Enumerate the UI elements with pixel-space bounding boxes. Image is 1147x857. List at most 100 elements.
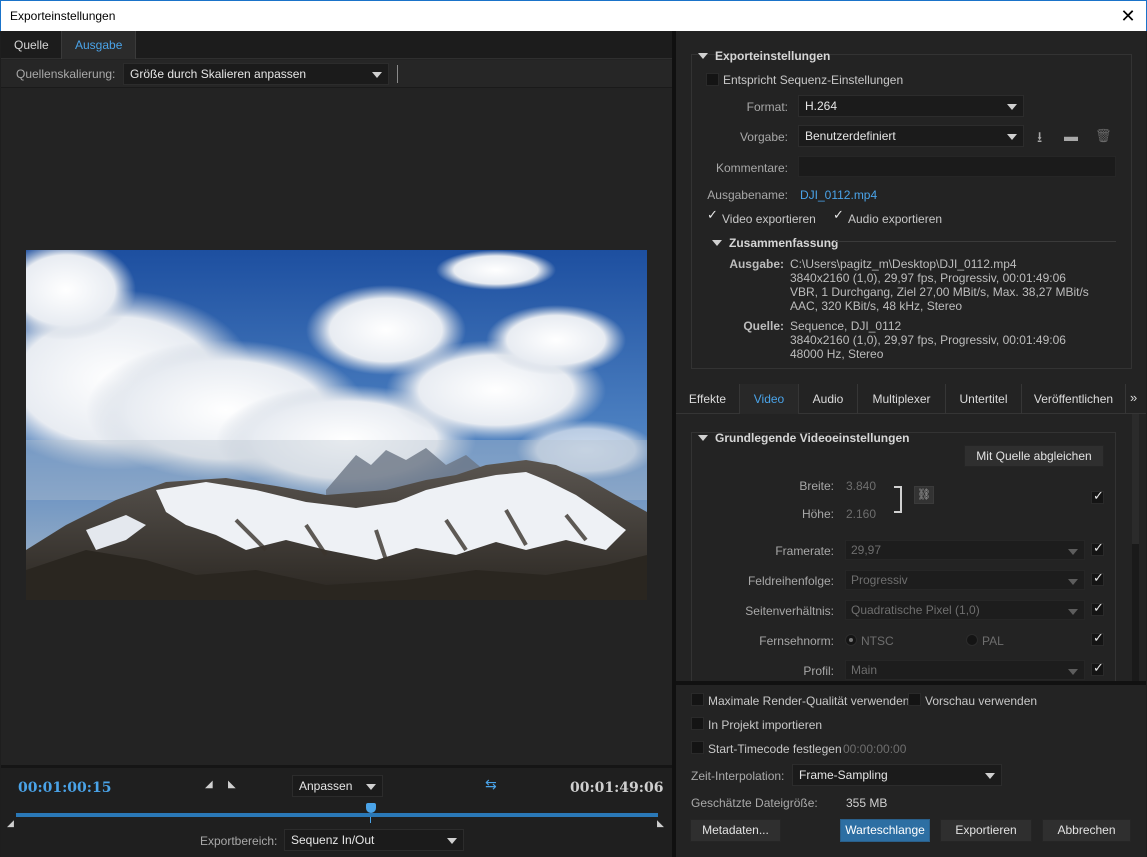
time-interp-label: Zeit-Interpolation: bbox=[691, 769, 785, 783]
cancel-button[interactable]: Abbrechen bbox=[1042, 819, 1131, 842]
export-audio-checkbox[interactable] bbox=[832, 207, 845, 224]
summary-source-line: Sequence, DJI_0112 bbox=[790, 319, 902, 333]
link-bracket bbox=[894, 486, 902, 513]
file-size-label: Geschätzte Dateigröße: bbox=[691, 796, 818, 810]
start-timecode-value[interactable]: 00:00:00:00 bbox=[843, 742, 906, 756]
set-out-point-icon[interactable]: ◣ bbox=[228, 779, 236, 790]
tab-veroeffentlichen[interactable]: Veröffentlichen bbox=[1022, 384, 1126, 414]
queue-button[interactable]: Warteschlange bbox=[840, 819, 930, 842]
video-scrollbar[interactable] bbox=[1132, 414, 1139, 681]
start-timecode-checkbox[interactable] bbox=[691, 741, 704, 754]
aspect-checkbox[interactable] bbox=[1091, 600, 1104, 616]
use-preview-checkbox[interactable] bbox=[908, 693, 921, 706]
summary-output-text: C:\Users\pagitz_m\Desktop\DJI_0112.mp4 3… bbox=[790, 257, 1089, 313]
pal-label: PAL bbox=[982, 634, 1004, 648]
aspect-select[interactable]: Quadratische Pixel (1,0) bbox=[845, 600, 1085, 620]
match-source-button[interactable]: Mit Quelle abgleichen bbox=[964, 445, 1104, 467]
aspect-label: Seitenverhältnis: bbox=[745, 604, 834, 618]
field-order-select[interactable]: Progressiv bbox=[845, 570, 1085, 590]
chevron-down-icon bbox=[372, 72, 382, 78]
profile-checkbox[interactable] bbox=[1091, 660, 1104, 676]
pal-radio[interactable] bbox=[966, 634, 978, 646]
tab-multiplexer[interactable]: Multiplexer bbox=[858, 384, 946, 414]
framerate-select[interactable]: 29,97 bbox=[845, 540, 1085, 560]
timeline-panel: 00:01:00:15 ◢ ◣ Anpassen ⇆ 00:01:49:06 ◢… bbox=[1, 765, 672, 857]
max-quality-checkbox[interactable] bbox=[691, 693, 704, 706]
import-project-label: In Projekt importieren bbox=[708, 718, 823, 732]
chevron-down-icon bbox=[1007, 134, 1017, 140]
chevron-down-icon bbox=[1068, 669, 1078, 675]
field-order-label: Feldreihenfolge: bbox=[747, 574, 834, 588]
export-settings-header[interactable]: Exporteinstellungen bbox=[698, 49, 830, 63]
source-scaling-value: Größe durch Skalieren anpassen bbox=[130, 67, 307, 81]
delete-preset-icon[interactable]: 🗑 bbox=[1095, 128, 1112, 144]
current-timecode[interactable]: 00:01:00:15 bbox=[18, 780, 111, 796]
framerate-checkbox[interactable] bbox=[1091, 540, 1104, 556]
video-scrollbar-thumb[interactable] bbox=[1132, 544, 1139, 681]
ntsc-radio[interactable] bbox=[845, 634, 857, 646]
fit-select[interactable]: Anpassen bbox=[292, 775, 383, 797]
export-button[interactable]: Exportieren bbox=[940, 819, 1032, 842]
match-sequence-label: Entspricht Sequenz-Einstellungen bbox=[723, 73, 904, 87]
summary-header[interactable]: Zusammenfassung bbox=[712, 236, 838, 250]
playhead-handle[interactable] bbox=[366, 803, 376, 813]
format-label: Format: bbox=[746, 100, 788, 114]
window-titlebar: Exporteinstellungen ✕ bbox=[0, 0, 1147, 31]
profile-label: Profil: bbox=[803, 664, 834, 678]
collapse-triangle-icon bbox=[698, 435, 708, 441]
chain-link-icon[interactable]: ⛓ bbox=[914, 486, 934, 504]
close-icon[interactable]: ✕ bbox=[1116, 5, 1140, 27]
metadata-button[interactable]: Metadaten... bbox=[690, 819, 781, 842]
time-interp-select[interactable]: Frame-Sampling bbox=[792, 764, 1002, 786]
import-preset-icon[interactable]: ▬ bbox=[1064, 128, 1078, 144]
aspect-crop-icon[interactable]: ⇆ bbox=[485, 776, 497, 793]
right-pane: Exporteinstellungen Entspricht Sequenz-E… bbox=[676, 31, 1146, 857]
export-video-checkbox[interactable] bbox=[706, 207, 719, 224]
duration-timecode: 00:01:49:06 bbox=[570, 780, 664, 796]
source-scaling-select[interactable]: Größe durch Skalieren anpassen bbox=[123, 63, 389, 85]
tab-audio[interactable]: Audio bbox=[799, 384, 858, 414]
chevron-down-icon bbox=[1068, 609, 1078, 615]
width-label: Breite: bbox=[799, 479, 834, 493]
export-range-select[interactable]: Sequenz In/Out bbox=[284, 829, 464, 851]
summary-output-line: VBR, 1 Durchgang, Ziel 27,00 MBit/s, Max… bbox=[790, 285, 1089, 299]
profile-select[interactable]: Main bbox=[845, 660, 1085, 680]
summary-divider bbox=[836, 241, 1116, 242]
max-quality-label: Maximale Render-Qualität verwenden bbox=[708, 694, 910, 708]
comments-input[interactable] bbox=[798, 156, 1116, 177]
height-label: Höhe: bbox=[801, 507, 834, 521]
width-height-checkbox[interactable] bbox=[1091, 488, 1104, 504]
preset-select[interactable]: Benutzerdefiniert bbox=[798, 125, 1024, 147]
in-marker-icon[interactable]: ◢ bbox=[7, 818, 14, 829]
tab-video[interactable]: Video bbox=[740, 384, 799, 414]
summary-output-line: 3840x2160 (1,0), 29,97 fps, Progressiv, … bbox=[790, 271, 1066, 285]
source-output-tabs: Quelle Ausgabe bbox=[1, 31, 672, 59]
tab-ausgabe[interactable]: Ausgabe bbox=[61, 31, 137, 59]
left-pane: Quelle Ausgabe Quellenskalierung: Größe … bbox=[1, 31, 672, 857]
basic-video-header[interactable]: Grundlegende Videoeinstellungen bbox=[698, 431, 909, 445]
match-sequence-checkbox[interactable] bbox=[706, 73, 719, 86]
comments-label: Kommentare: bbox=[715, 161, 788, 175]
chevron-down-icon bbox=[1068, 579, 1078, 585]
tab-untertitel[interactable]: Untertitel bbox=[946, 384, 1022, 414]
out-marker-icon[interactable]: ◣ bbox=[657, 818, 664, 829]
tv-standard-label: Fernsehnorm: bbox=[759, 634, 834, 648]
tab-quelle[interactable]: Quelle bbox=[1, 31, 62, 59]
width-value[interactable]: 3.840 bbox=[846, 479, 876, 493]
output-name-link[interactable]: DJI_0112.mp4 bbox=[800, 188, 877, 202]
tab-effekte[interactable]: Effekte bbox=[676, 384, 740, 414]
tv-standard-checkbox[interactable] bbox=[1091, 630, 1104, 646]
save-preset-icon[interactable]: ⭳ bbox=[1037, 127, 1042, 152]
format-select[interactable]: H.264 bbox=[798, 95, 1024, 117]
framerate-value: 29,97 bbox=[851, 543, 882, 557]
height-value[interactable]: 2.160 bbox=[846, 507, 876, 521]
use-preview-label: Vorschau verwenden bbox=[925, 694, 1038, 708]
more-tabs-icon[interactable]: » bbox=[1130, 390, 1137, 405]
source-scaling-row: Quellenskalierung: Größe durch Skalieren… bbox=[1, 60, 672, 88]
settings-tabs: Effekte Video Audio Multiplexer Untertit… bbox=[676, 384, 1146, 414]
field-order-checkbox[interactable] bbox=[1091, 570, 1104, 586]
fit-value: Anpassen bbox=[299, 779, 353, 793]
import-project-checkbox[interactable] bbox=[691, 717, 704, 730]
set-in-point-icon[interactable]: ◢ bbox=[205, 779, 213, 790]
timeline-bar[interactable] bbox=[16, 813, 658, 817]
